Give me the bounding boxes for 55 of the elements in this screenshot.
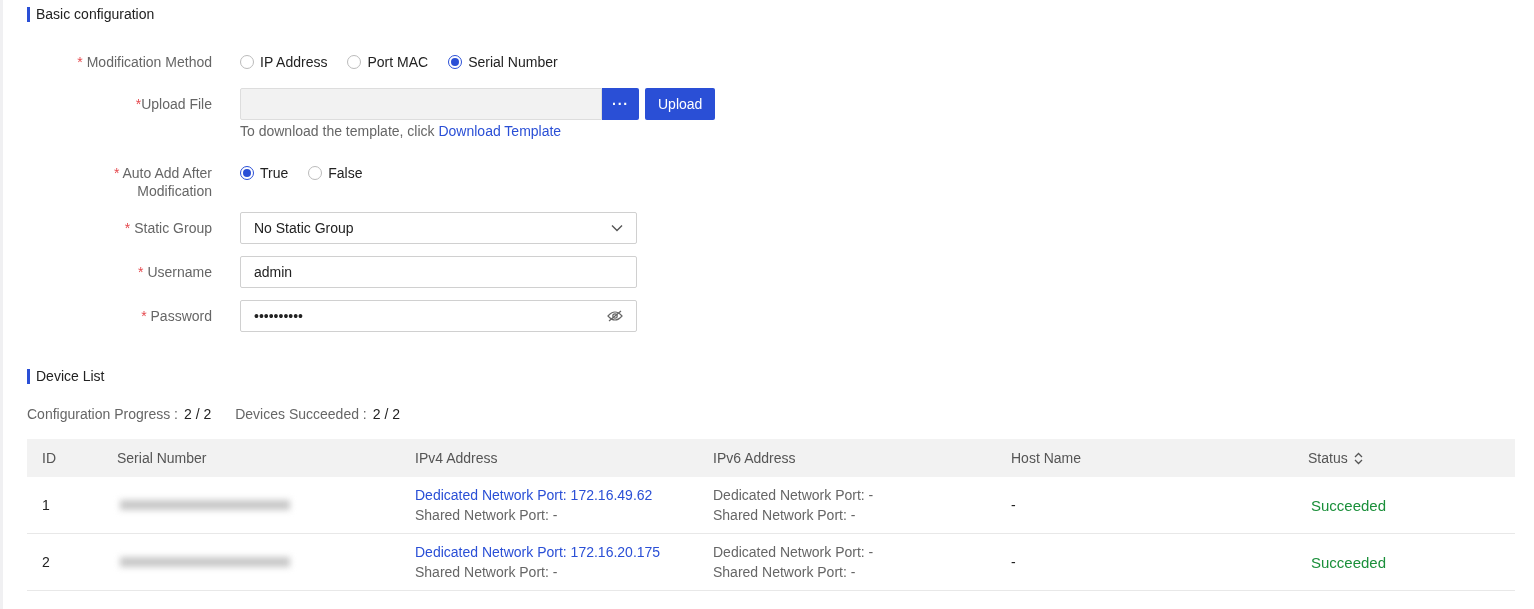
table-cell-text: Shared Network Port: - [415, 563, 559, 582]
radio-option[interactable]: True [240, 165, 289, 181]
radio-button[interactable] [347, 55, 362, 69]
column-header: IPv6 Address [712, 450, 797, 466]
field-label: *Upload File [134, 95, 212, 113]
download-template-link[interactable]: Download Template [438, 123, 562, 139]
section-marker [27, 368, 30, 384]
radio-button[interactable] [308, 166, 323, 180]
column-header: Serial Number [116, 450, 208, 466]
field-label: * Static Group [123, 219, 212, 237]
field-label: * Username [137, 263, 212, 281]
column-header: ID [41, 450, 57, 466]
template-hint: To download the template, click Download Template [240, 123, 563, 139]
password-field[interactable]: •••••••••• [240, 300, 637, 332]
table-cell-text: 2 [41, 554, 51, 570]
radio-option[interactable]: False [308, 165, 363, 181]
radio-button[interactable] [448, 55, 463, 69]
field-label: * Password [140, 307, 212, 325]
progress-value: 2 / 2 [372, 406, 400, 422]
dropdown-caret-icon [611, 224, 623, 232]
hidden-eye-icon[interactable] [607, 310, 623, 322]
field-label: * Modification Method [76, 53, 212, 71]
status-text: Succeeded [1310, 496, 1388, 514]
table-cell-text: 1 [41, 497, 51, 513]
radio-option[interactable]: IP Address [240, 54, 328, 70]
column-header: IPv4 Address [414, 450, 499, 466]
progress-label: Configuration Progress : [27, 406, 178, 422]
column-header[interactable]: Status [1293, 450, 1515, 466]
section-title: Basic configuration [36, 6, 155, 22]
progress-value: 2 / 2 [183, 406, 212, 422]
file-path-field[interactable] [240, 88, 602, 120]
table-cell-text: Dedicated Network Port: - [713, 486, 875, 505]
table-cell-text: - [1010, 554, 1017, 570]
section-marker [27, 6, 30, 22]
browse-button[interactable]: ··· [602, 88, 639, 120]
dedicated-port-link[interactable]: Dedicated Network Port: 172.16.49.62 [415, 485, 698, 505]
status-text: Succeeded [1310, 553, 1388, 571]
progress-label: Devices Succeeded : [235, 406, 367, 422]
table-cell-text: Shared Network Port: - [713, 563, 857, 582]
radio-option[interactable]: Port MAC [347, 54, 429, 70]
radio-option[interactable]: Serial Number [448, 54, 558, 70]
table-cell-text: Shared Network Port: - [713, 506, 857, 525]
radio-button[interactable] [240, 55, 254, 69]
section-title: Device List [36, 368, 105, 384]
table-cell-text: - [1010, 497, 1017, 513]
column-header: Host Name [1010, 450, 1083, 466]
upload-button[interactable]: Upload [645, 88, 716, 120]
field-label: * Auto Add After Modification [112, 164, 212, 200]
table-cell-text: Shared Network Port: - [415, 506, 559, 525]
dedicated-port-link[interactable]: Dedicated Network Port: 172.16.20.175 [415, 542, 698, 562]
static-group-dropdown[interactable]: No Static Group [240, 212, 637, 244]
username-field[interactable]: admin [240, 256, 637, 288]
table-cell-text: Dedicated Network Port: - [713, 543, 875, 562]
sort-icon[interactable] [1353, 451, 1363, 465]
radio-button[interactable] [240, 166, 254, 180]
